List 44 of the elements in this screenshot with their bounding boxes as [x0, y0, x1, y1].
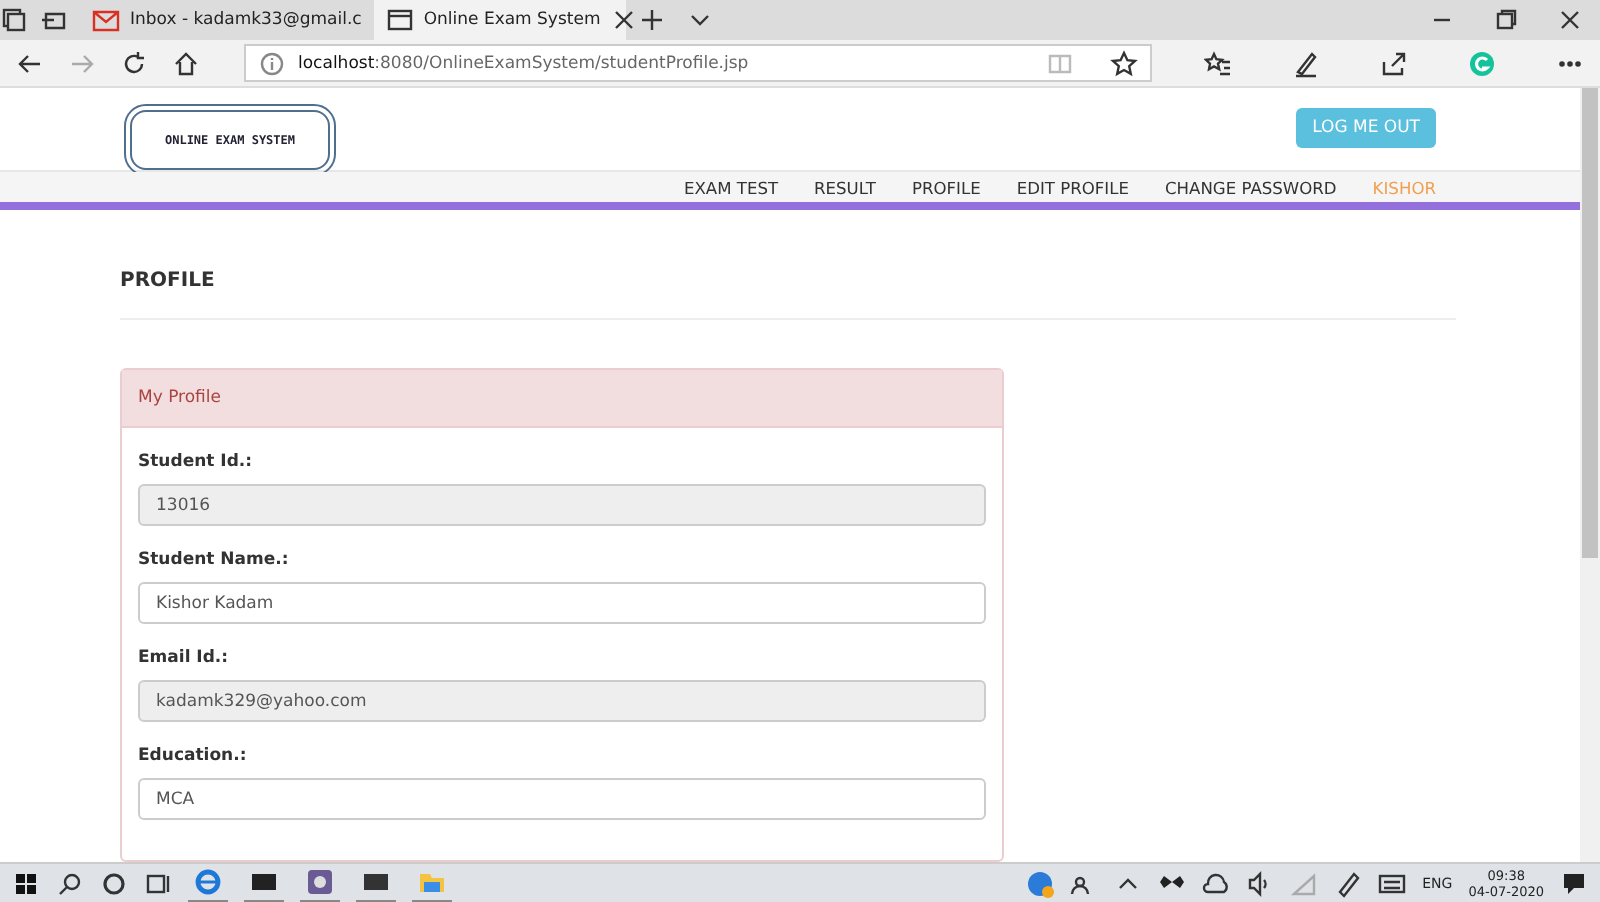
nav-link[interactable]: CHANGE PASSWORD [1165, 177, 1337, 197]
star-icon[interactable] [1110, 49, 1138, 77]
new-tab-icon[interactable] [637, 6, 666, 34]
task-view-icon[interactable] [144, 869, 172, 897]
keyboard-icon[interactable] [1378, 869, 1407, 897]
nav-link[interactable]: RESULT [814, 177, 876, 197]
address-bar[interactable]: localhost:8080/OnlineExamSystem/studentProfile.jsp [244, 44, 1152, 82]
input-field[interactable]: MCA [138, 778, 986, 820]
browser-icon[interactable] [194, 867, 222, 895]
refresh-icon[interactable] [120, 49, 148, 77]
nav-link[interactable]: EDIT PROFILE [1016, 177, 1129, 197]
tab-actions-icon[interactable] [0, 6, 28, 34]
close-icon[interactable] [610, 6, 639, 34]
field-label: Email Id.: [138, 648, 231, 668]
back-icon[interactable] [16, 49, 44, 77]
restore-icon[interactable] [1492, 6, 1520, 34]
panel-title: My Profile [122, 370, 1002, 428]
pen-icon[interactable] [1292, 49, 1320, 77]
favorites-icon[interactable] [1204, 49, 1232, 77]
scrollbar-thumb[interactable] [1582, 88, 1598, 558]
app-icon[interactable] [306, 867, 334, 895]
scrollbar[interactable] [1580, 88, 1600, 862]
search-icon[interactable] [56, 869, 84, 897]
circle-icon[interactable] [100, 869, 128, 897]
mail-icon[interactable] [92, 6, 120, 34]
nav-link[interactable]: PROFILE [911, 177, 981, 197]
browser-tab[interactable]: Inbox - kadamk33@gmail.c [80, 0, 374, 40]
help-icon[interactable] [1026, 869, 1055, 897]
share-icon[interactable] [1380, 49, 1408, 77]
pen-icon[interactable] [1334, 869, 1363, 897]
windows-icon[interactable] [12, 869, 40, 897]
nav-link[interactable]: EXAM TEST [683, 177, 779, 197]
notifications-icon[interactable] [1560, 869, 1588, 897]
home-icon[interactable] [172, 49, 200, 77]
field-label: Student Id.: [138, 452, 255, 472]
field-label: Student Name.: [138, 550, 291, 570]
info-icon [258, 49, 286, 77]
close-icon[interactable] [1556, 6, 1584, 34]
page-heading: PROFILE [120, 270, 1456, 320]
page-icon[interactable] [385, 6, 414, 34]
url-text: localhost:8080/OnlineExamSystem/studentProfile.jsp [298, 53, 749, 73]
cloud-icon[interactable] [1202, 869, 1231, 897]
input-field[interactable]: Kishor Kadam [138, 582, 986, 624]
field-label: Education.: [138, 746, 249, 766]
